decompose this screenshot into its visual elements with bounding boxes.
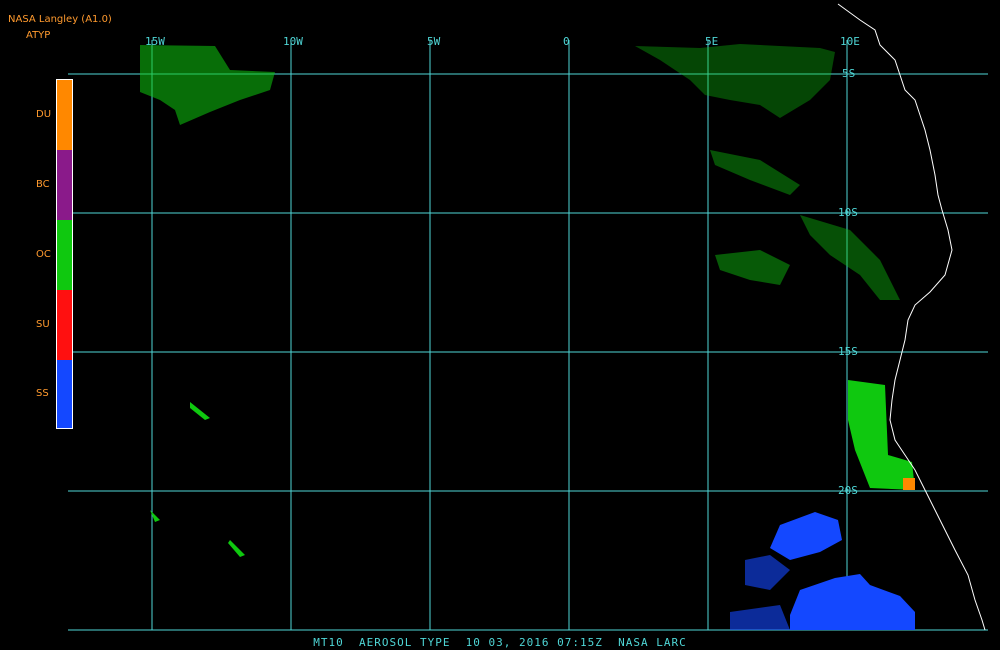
ss-patch-2 (745, 555, 790, 590)
du-aerosol-cell (903, 478, 915, 490)
oc-patch-east-10s (800, 215, 900, 300)
africa-coastline (837, 3, 986, 631)
lat-label-15s: 15S (838, 345, 858, 358)
lon-label-5w: 5W (427, 35, 441, 48)
legend-swatch-ss (57, 360, 72, 428)
legend-label-oc: OC (36, 249, 51, 260)
oc-patch-east-mid (710, 150, 800, 195)
map-footer-caption: MT10 AEROSOL TYPE 10 03, 2016 07:15Z NAS… (313, 636, 687, 649)
ss-patch-4 (730, 605, 790, 630)
ss-aerosol-patches (730, 512, 915, 630)
oc-patch-northeast (635, 44, 835, 118)
lon-label-5e: 5E (705, 35, 719, 48)
oc-patch-southwest-1 (190, 402, 210, 420)
legend-label-ss: SS (36, 388, 49, 399)
legend-label-su: SU (36, 319, 50, 330)
lat-lon-grid (68, 40, 988, 631)
legend-swatch-du (57, 80, 72, 150)
legend-swatch-bc (57, 150, 72, 220)
aerosol-map (68, 3, 988, 631)
ss-patch-1 (770, 512, 842, 560)
lat-label-20s: 20S (838, 484, 858, 497)
aerosol-type-legend (56, 79, 73, 429)
oc-patch-west-10s (715, 250, 790, 285)
oc-patch-coastal (848, 380, 915, 490)
legend-swatch-oc (57, 220, 72, 290)
lon-label-15w: 15W (145, 35, 165, 48)
oc-patch-southwest-3 (228, 540, 245, 557)
lat-label-5s: 5S (842, 67, 856, 80)
lon-label-10e: 10E (840, 35, 860, 48)
legend-label-du: DU (36, 109, 52, 120)
lat-label-10s: 10S (838, 206, 858, 219)
legend-swatch-su (57, 290, 72, 360)
ss-patch-3 (790, 574, 915, 630)
legend-label-bc: BC (36, 179, 50, 190)
oc-patch-northwest (140, 45, 275, 125)
lon-label-0: 0 (563, 35, 570, 48)
lon-label-10w: 10W (283, 35, 303, 48)
